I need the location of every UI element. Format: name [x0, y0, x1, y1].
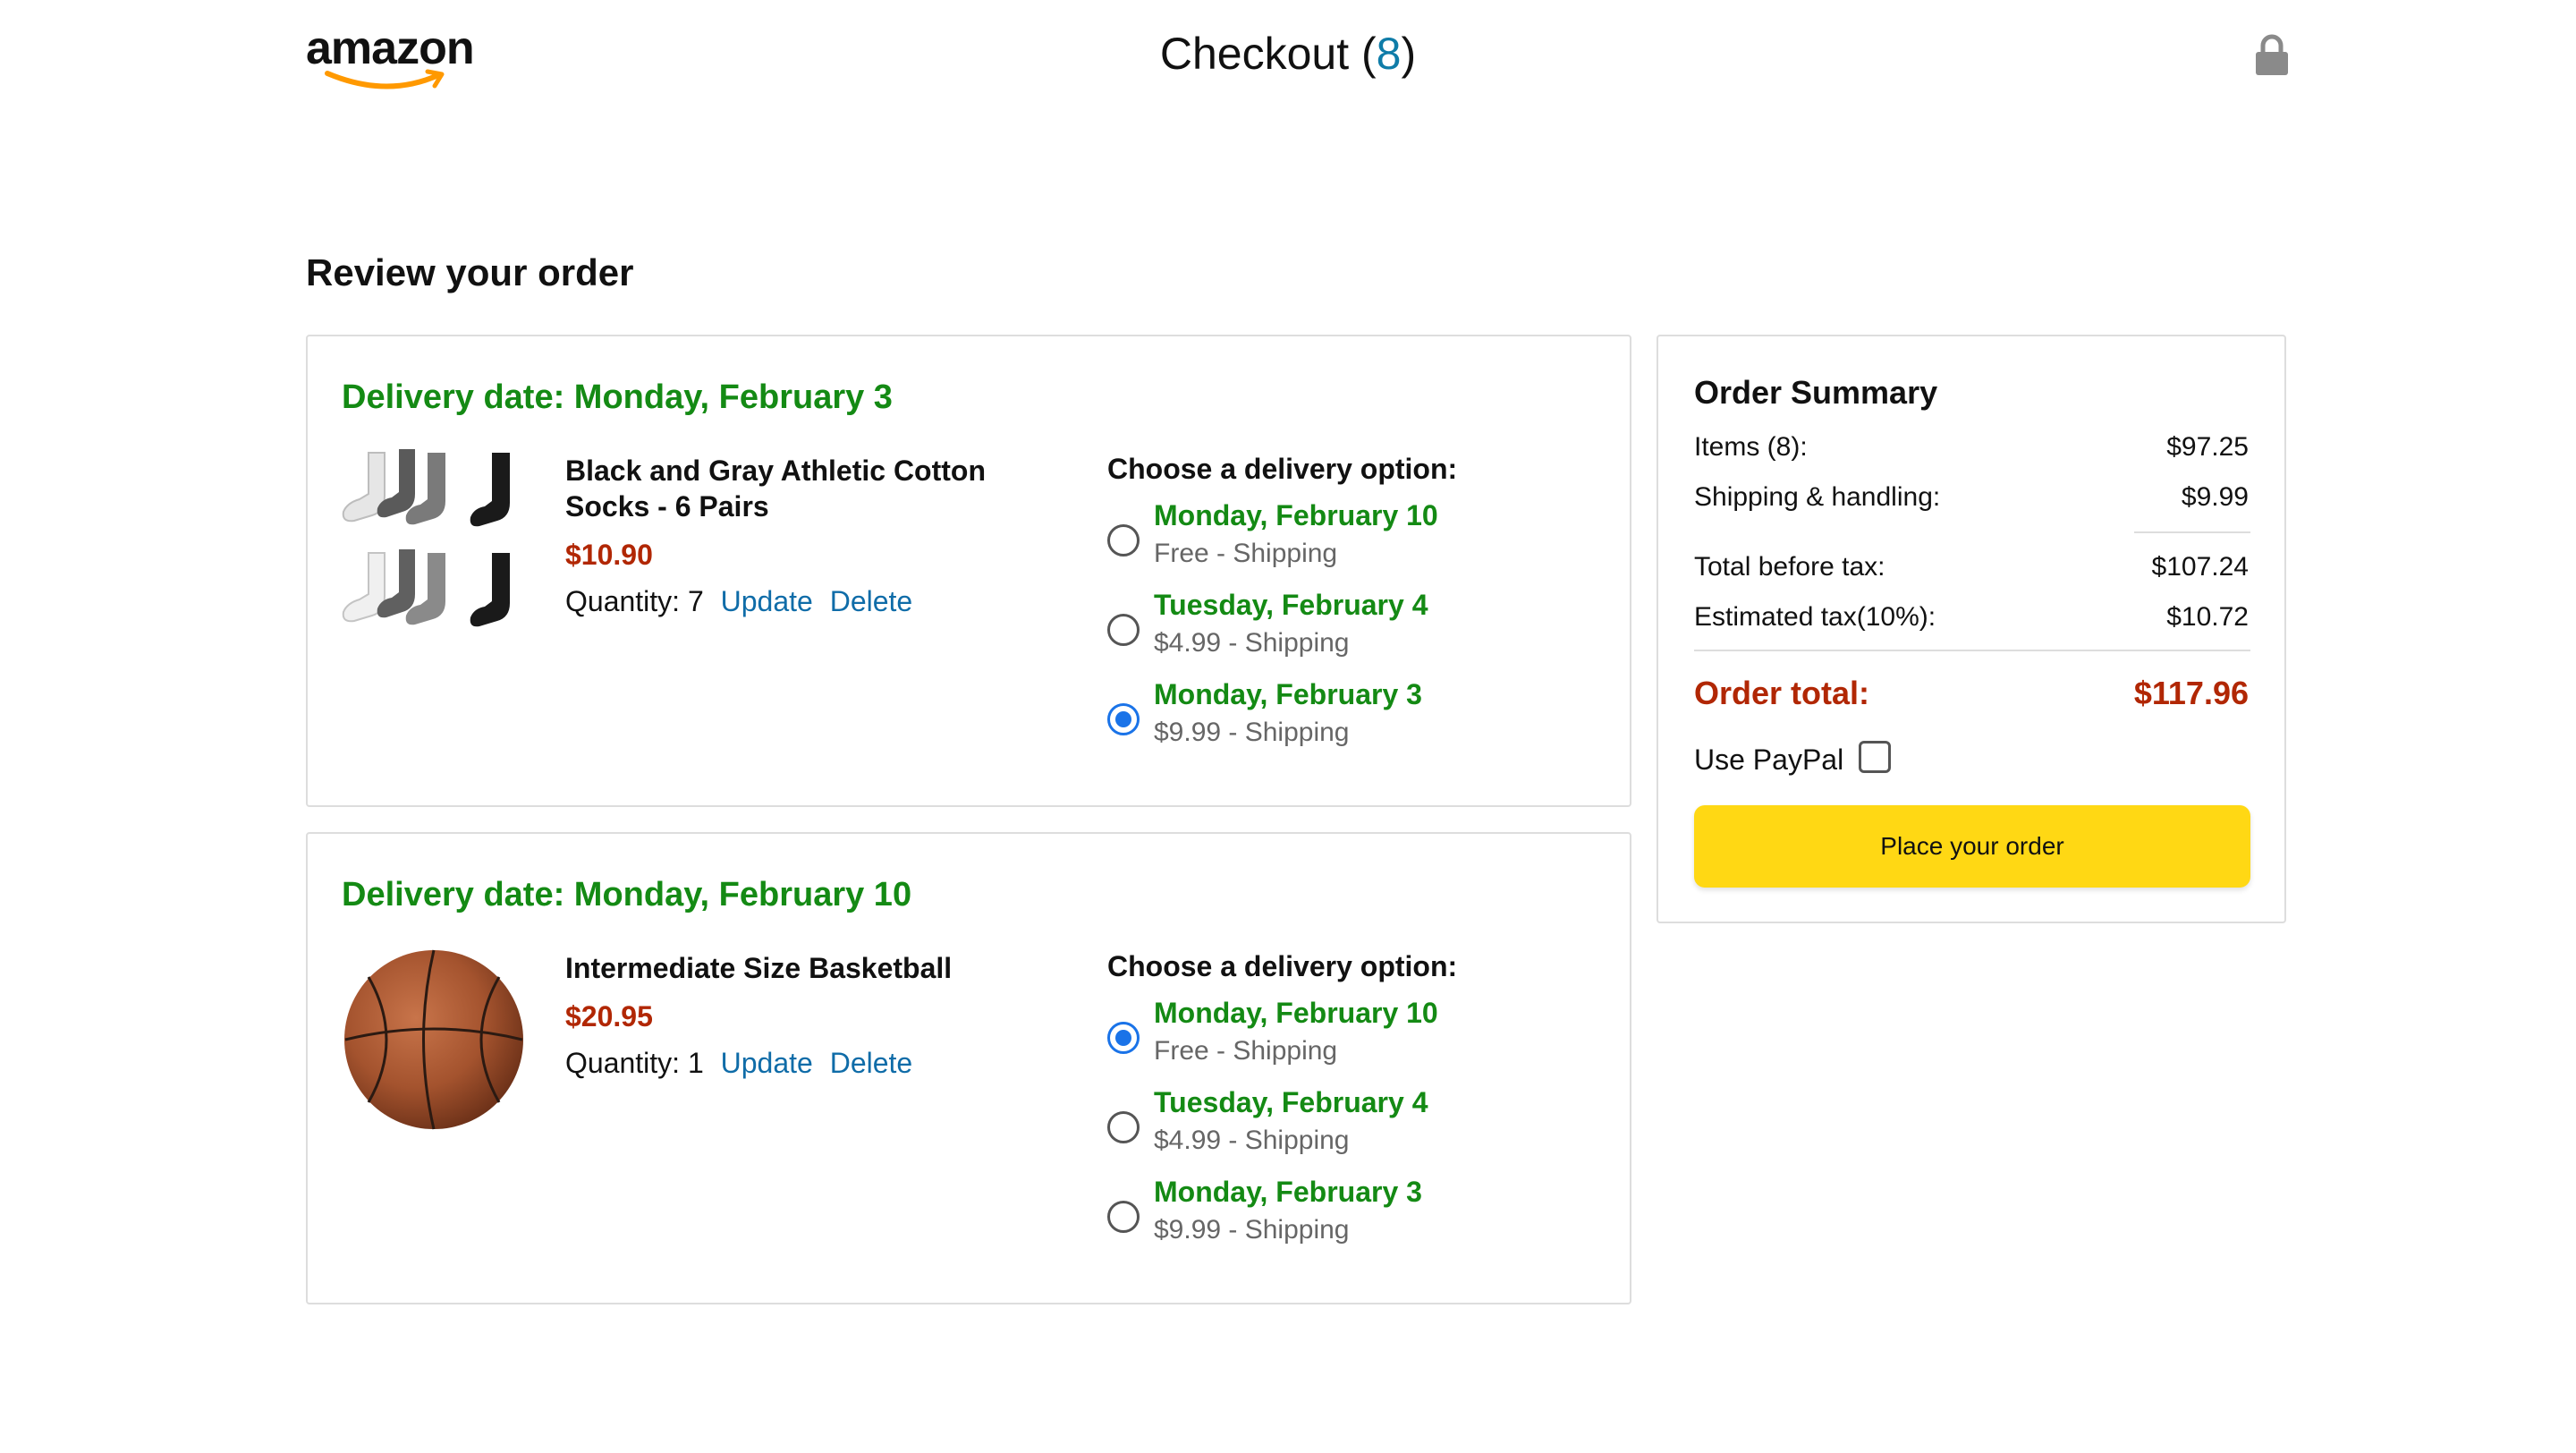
delivery-option[interactable]: Monday, February 10 Free - Shipping	[1107, 497, 1608, 587]
update-link[interactable]: Update	[721, 1047, 813, 1079]
delivery-option-date: Monday, February 10	[1154, 499, 1438, 531]
product-info: Intermediate Size Basketball $20.95 Quan…	[565, 950, 1066, 1081]
delivery-option-date: Monday, February 10	[1154, 997, 1438, 1029]
delivery-option-date: Tuesday, February 4	[1154, 1086, 1428, 1118]
order-card: Delivery date: Monday, February 3 Black …	[306, 335, 1631, 807]
delivery-option-price: $4.99 - Shipping	[1154, 628, 1350, 658]
tax-value: $10.72	[2166, 602, 2249, 632]
delivery-option-date: Monday, February 3	[1154, 1176, 1422, 1208]
tax-row: Estimated tax(10%): $10.72	[1694, 599, 2249, 635]
cart-count-link[interactable]: 8	[1377, 29, 1402, 79]
product-name: Intermediate Size Basketball	[565, 952, 953, 984]
paypal-checkbox[interactable]	[1859, 741, 1891, 773]
order-total-row: Order total: $117.96	[1694, 673, 2249, 714]
order-total-label: Order total:	[1694, 675, 1870, 711]
delivery-radio-selected[interactable]	[1107, 1022, 1140, 1054]
product-price: $20.95	[565, 1000, 653, 1032]
delivery-option-price: $4.99 - Shipping	[1154, 1126, 1350, 1155]
delivery-option[interactable]: Tuesday, February 4 $4.99 - Shipping	[1107, 1084, 1608, 1174]
paypal-label: Use PayPal	[1694, 743, 1844, 776]
delivery-radio-selected[interactable]	[1107, 703, 1140, 735]
product-info: Black and Gray Athletic Cotton Socks - 6…	[565, 453, 1066, 619]
basketball-product-image[interactable]	[342, 947, 526, 1152]
before-tax-value: $107.24	[2151, 552, 2249, 582]
shipping-label: Shipping & handling:	[1694, 482, 1941, 512]
cart-count-open: (	[1361, 29, 1377, 79]
before-tax-label: Total before tax:	[1694, 552, 1885, 582]
checkout-label: Checkout	[1159, 29, 1350, 79]
delivery-radio[interactable]	[1107, 614, 1140, 646]
delivery-option[interactable]: Monday, February 3 $9.99 - Shipping	[1107, 676, 1608, 766]
order-total-value: $117.96	[2133, 675, 2249, 711]
delivery-option[interactable]: Monday, February 10 Free - Shipping	[1107, 995, 1608, 1084]
delivery-options-title: Choose a delivery option:	[1107, 453, 1458, 485]
delivery-radio[interactable]	[1107, 1111, 1140, 1143]
shipping-row: Shipping & handling: $9.99	[1694, 480, 2249, 515]
total-divider	[1694, 650, 2250, 651]
cart-count-close: )	[1401, 29, 1417, 79]
items-value: $97.25	[2166, 432, 2249, 462]
delivery-radio[interactable]	[1107, 1201, 1140, 1233]
shipping-value: $9.99	[2181, 482, 2249, 512]
quantity-label: Quantity: 7	[565, 585, 704, 617]
product-price: $10.90	[565, 539, 653, 571]
order-card: Delivery date: Monday, February 10 Inter…	[306, 832, 1631, 1304]
quantity-row: Quantity: 1 Update Delete	[565, 1045, 1066, 1081]
items-row: Items (8): $97.25	[1694, 429, 2249, 465]
delivery-options: Choose a delivery option: Monday, Februa…	[1107, 948, 1608, 1263]
tax-label: Estimated tax(10%):	[1694, 602, 1936, 632]
product-name: Black and Gray Athletic Cotton Socks - 6…	[565, 455, 986, 523]
delivery-radio[interactable]	[1107, 524, 1140, 557]
place-order-button[interactable]: Place your order	[1694, 805, 2250, 888]
delivery-option-price: Free - Shipping	[1154, 539, 1338, 568]
page-header-title: Checkout (8)	[0, 25, 2576, 82]
delivery-option-price: $9.99 - Shipping	[1154, 718, 1350, 747]
delivery-options-title: Choose a delivery option:	[1107, 950, 1458, 982]
checkout-header: amazon Checkout (8)	[0, 0, 2576, 116]
quantity-label: Quantity: 1	[565, 1047, 704, 1079]
update-link[interactable]: Update	[721, 585, 813, 617]
items-label: Items (8):	[1694, 432, 1808, 462]
delivery-date: Delivery date: Monday, February 10	[342, 876, 912, 913]
socks-product-image[interactable]	[342, 449, 526, 655]
before-tax-row: Total before tax: $107.24	[1694, 549, 2249, 585]
delivery-option-price: Free - Shipping	[1154, 1036, 1338, 1066]
delivery-options: Choose a delivery option: Monday, Februa…	[1107, 451, 1608, 766]
order-summary: Order Summary Items (8): $97.25 Shipping…	[1657, 335, 2286, 923]
page-title: Review your order	[306, 251, 634, 293]
subtotal-divider	[2134, 531, 2250, 533]
delivery-option[interactable]: Monday, February 3 $9.99 - Shipping	[1107, 1174, 1608, 1263]
lock-icon	[2256, 34, 2288, 75]
quantity-row: Quantity: 7 Update Delete	[565, 583, 1066, 619]
delete-link[interactable]: Delete	[830, 585, 913, 617]
delivery-option-date: Monday, February 3	[1154, 678, 1422, 710]
delivery-option[interactable]: Tuesday, February 4 $4.99 - Shipping	[1107, 587, 1608, 676]
order-summary-title: Order Summary	[1694, 374, 1938, 411]
delivery-date: Delivery date: Monday, February 3	[342, 378, 893, 416]
delivery-option-price: $9.99 - Shipping	[1154, 1215, 1350, 1245]
delete-link[interactable]: Delete	[830, 1047, 913, 1079]
delivery-option-date: Tuesday, February 4	[1154, 589, 1428, 621]
